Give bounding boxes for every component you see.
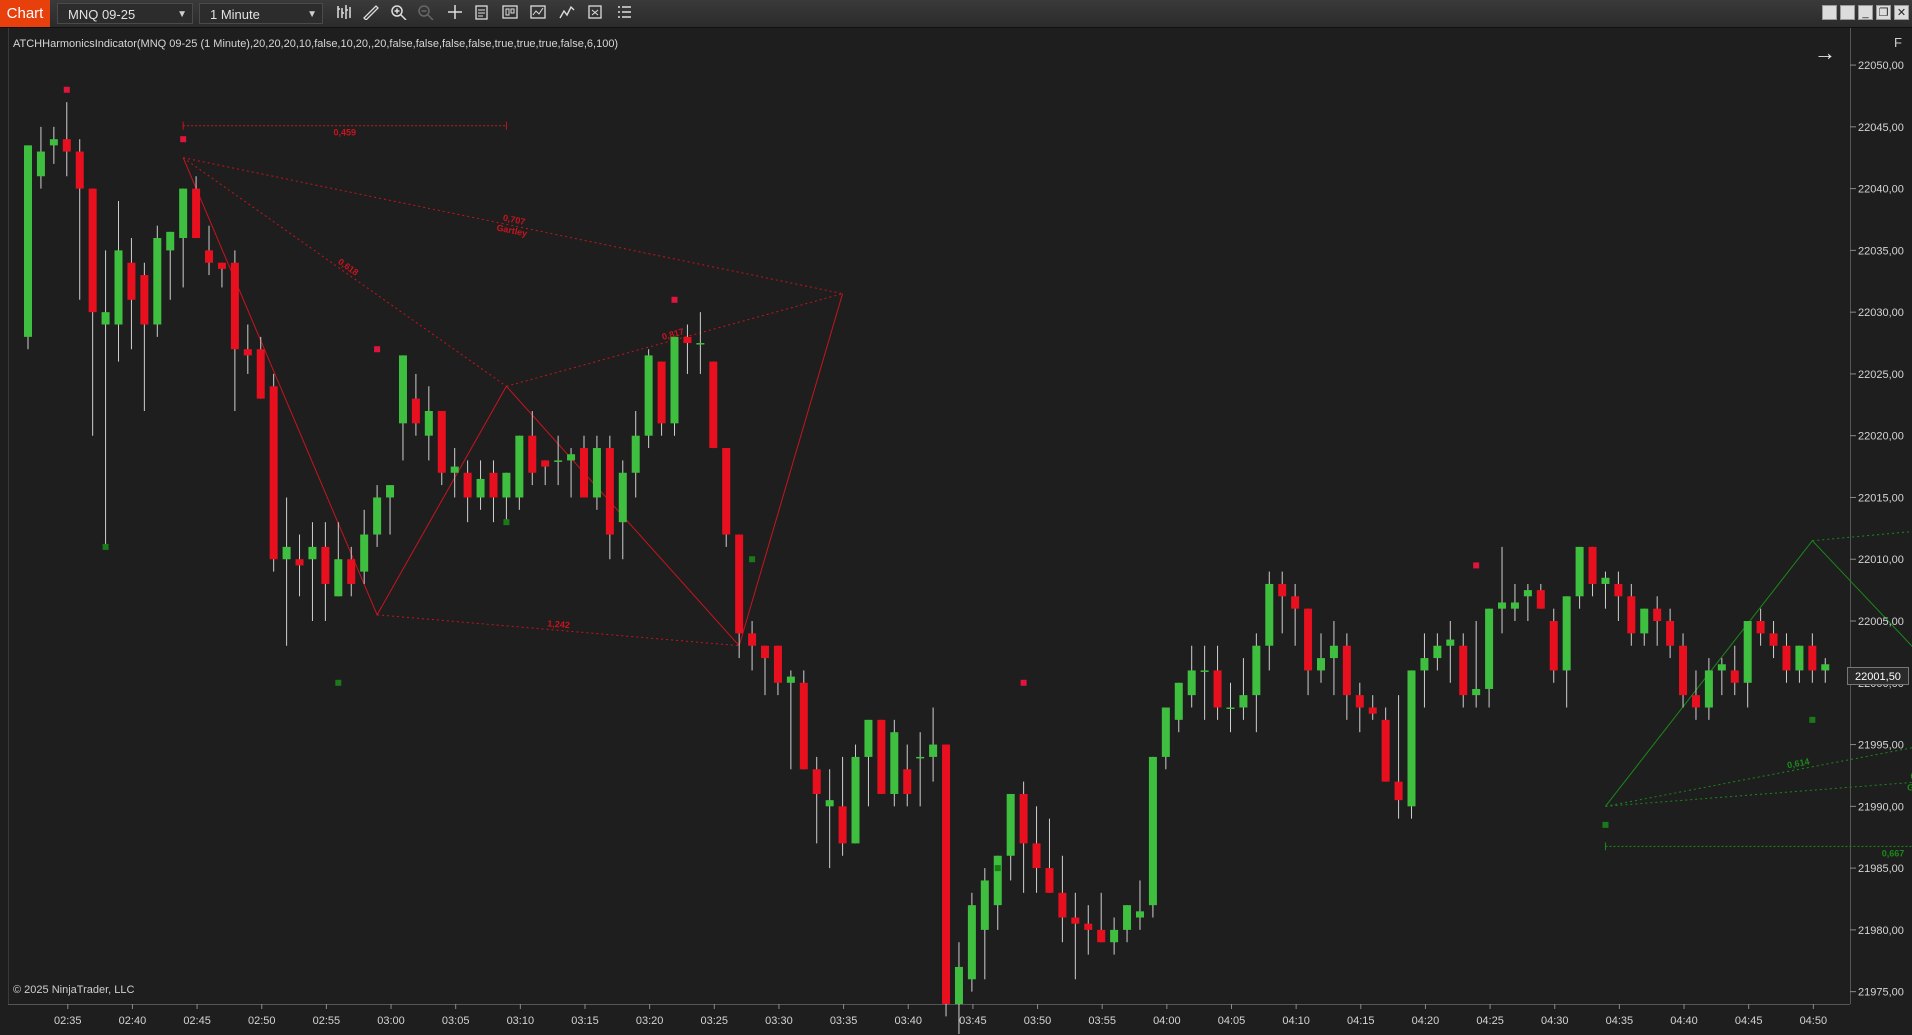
chevron-down-icon: ▼ [177, 9, 187, 20]
arrow-right-icon[interactable]: → [1814, 40, 1836, 66]
instrument-value: MNQ 09-25 [68, 7, 136, 22]
properties-icon[interactable] [472, 4, 492, 24]
chevron-down-icon: ▼ [307, 9, 317, 20]
price-axis[interactable] [1850, 28, 1912, 1004]
time-axis[interactable] [8, 1004, 1850, 1035]
draw-tool-icon[interactable] [361, 4, 381, 24]
tile-alt-icon[interactable] [1840, 5, 1855, 20]
copyright-text: © 2025 NinjaTrader, LLC [13, 984, 135, 996]
f-button[interactable]: F [1890, 34, 1906, 52]
tile-icon[interactable] [1822, 5, 1837, 20]
interval-selector[interactable]: 1 Minute ▼ [199, 3, 323, 24]
chart-plot-area[interactable] [8, 28, 1851, 1004]
restore-icon[interactable]: ❐ [1876, 5, 1891, 20]
indicator-label: ATCHHarmonicsIndicator(MNQ 09-25 (1 Minu… [13, 38, 619, 50]
zoom-in-icon[interactable] [389, 4, 409, 24]
crosshair-icon[interactable] [445, 4, 465, 24]
zoom-out-icon[interactable] [416, 4, 436, 24]
last-price-marker: 22001,50 [1847, 667, 1909, 685]
close-icon[interactable]: ✕ [1894, 5, 1909, 20]
indicators-icon[interactable] [557, 4, 577, 24]
alerts-icon[interactable] [585, 4, 605, 24]
instrument-selector[interactable]: MNQ 09-25 ▼ [57, 3, 193, 24]
templates-icon[interactable] [500, 4, 520, 24]
more-icon[interactable] [614, 4, 634, 24]
chart-tab[interactable]: Chart [0, 0, 50, 27]
bar-type-icon[interactable] [335, 4, 355, 24]
interval-value: 1 Minute [210, 7, 260, 22]
strategy-icon[interactable] [528, 4, 548, 24]
chart-toolbar: Chart MNQ 09-25 ▼ 1 Minute ▼ _ ❐ ✕ [0, 0, 1912, 28]
minimize-icon[interactable]: _ [1858, 5, 1873, 20]
